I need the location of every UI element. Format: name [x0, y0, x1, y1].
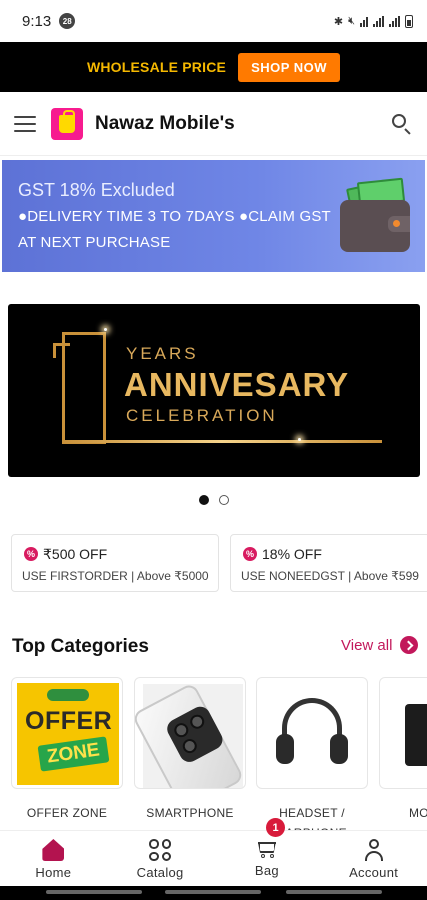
category-label: MO CHAR: [409, 806, 427, 820]
user-icon: [363, 839, 385, 861]
status-bar: 9:13 28 ✱ 🔇︎: [0, 0, 427, 42]
gst-banner[interactable]: GST 18% Excluded ●DELIVERY TIME 3 TO 7DA…: [2, 160, 425, 272]
status-time: 9:13: [22, 12, 52, 30]
system-navigation-bar: [0, 886, 427, 900]
system-nav-handle[interactable]: [165, 890, 261, 894]
home-icon: [42, 839, 65, 861]
cart-icon: [256, 839, 278, 859]
sparkle-icon: [104, 328, 107, 331]
coupon-title: ₹500 OFF: [43, 546, 108, 562]
headphones-image: [272, 694, 352, 774]
battery-icon: [405, 14, 413, 28]
discount-icon: [24, 547, 38, 561]
charger-image: [405, 704, 427, 766]
notification-count-badge: 28: [59, 13, 76, 29]
nav-account[interactable]: Account: [320, 831, 427, 886]
promo-strip: WHOLESALE PRICE SHOP NOW: [0, 42, 427, 92]
grid-icon: [149, 839, 172, 861]
category-label: SMARTPHONE: [146, 806, 234, 820]
bottom-navigation: Home Catalog Bag Account: [0, 830, 427, 886]
app-screen: 9:13 28 ✱ 🔇︎ WHOLESALE PRICE SHOP NOW Na…: [0, 0, 427, 900]
mute-icon: 🔇︎: [348, 14, 355, 27]
hamburger-menu-icon[interactable]: [14, 115, 36, 132]
gold-line: [62, 440, 382, 443]
category-card-headset[interactable]: [256, 677, 368, 789]
signal-icon-2: [389, 15, 400, 27]
zone-image-text: ZONE: [37, 736, 110, 772]
gst-banner-line-2: AT NEXT PURCHASE: [18, 234, 171, 251]
nav-label: Bag: [254, 863, 279, 878]
wifi-icon: [360, 16, 368, 27]
sparkle-icon: [298, 438, 301, 441]
offer-zone-image: OFFER ZONE: [17, 683, 119, 785]
carousel-dot[interactable]: [198, 495, 209, 505]
nav-label: Catalog: [136, 865, 184, 880]
system-nav-handle[interactable]: [46, 890, 142, 894]
category-card-offer-zone[interactable]: OFFER ZONE: [11, 677, 123, 789]
section-title: Top Categories: [12, 636, 149, 657]
nav-home[interactable]: Home: [0, 831, 107, 886]
discount-icon: [243, 547, 257, 561]
view-all-label: View all: [341, 636, 393, 654]
bluetooth-icon: ✱: [333, 15, 344, 28]
category-label: OFFER ZONE: [26, 806, 108, 820]
bag-count-badge: 1: [266, 818, 285, 837]
offer-image-text: OFFER: [25, 707, 113, 735]
gst-banner-title: GST 18% Excluded: [18, 180, 175, 200]
category-card-smartphone[interactable]: [134, 677, 246, 789]
shopping-bag-icon: [59, 109, 75, 133]
wallet-icon: [340, 177, 412, 252]
anniversary-subtitle: CELEBRATION: [126, 406, 278, 425]
anniversary-number-graphic: [53, 332, 106, 444]
brand-name: Nawaz Mobile's: [95, 112, 235, 134]
chevron-right-icon: [400, 636, 419, 654]
shop-logo-icon: [47, 689, 89, 701]
shop-now-button[interactable]: SHOP NOW: [238, 52, 341, 82]
brand-logo[interactable]: [51, 107, 83, 140]
anniversary-title: ANNIVESARY: [124, 366, 350, 403]
coupon-title: 18% OFF: [262, 546, 322, 562]
view-all-link[interactable]: View all: [341, 636, 419, 654]
nav-bag[interactable]: Bag: [214, 831, 321, 886]
promo-text: WHOLESALE PRICE: [86, 59, 227, 75]
system-nav-handle[interactable]: [286, 890, 382, 894]
status-icons: ✱ 🔇︎: [333, 14, 413, 28]
smartphone-image: [135, 682, 245, 788]
nav-label: Home: [35, 865, 72, 880]
coupon-card[interactable]: ₹500 OFF USE FIRSTORDER | Above ₹5000: [11, 534, 219, 592]
search-icon[interactable]: [391, 113, 413, 135]
nav-catalog[interactable]: Catalog: [107, 831, 214, 886]
signal-icon-1: [373, 15, 384, 27]
gst-banner-line-1: ●DELIVERY TIME 3 TO 7DAYS ●CLAIM GST: [18, 208, 331, 225]
coupon-code: USE NONEEDGST | Above ₹599: [241, 569, 419, 583]
carousel-indicator: [0, 495, 427, 505]
coupon-code: USE FIRSTORDER | Above ₹5000: [22, 569, 209, 583]
category-card-charger[interactable]: [379, 677, 427, 789]
coupon-card[interactable]: 18% OFF USE NONEEDGST | Above ₹599: [230, 534, 427, 592]
app-header: Nawaz Mobile's: [0, 92, 427, 156]
nav-label: Account: [349, 865, 399, 880]
anniversary-years: YEARS: [126, 344, 199, 363]
carousel-dot[interactable]: [218, 495, 229, 505]
anniversary-banner[interactable]: YEARS ANNIVESARY CELEBRATION: [8, 304, 420, 477]
